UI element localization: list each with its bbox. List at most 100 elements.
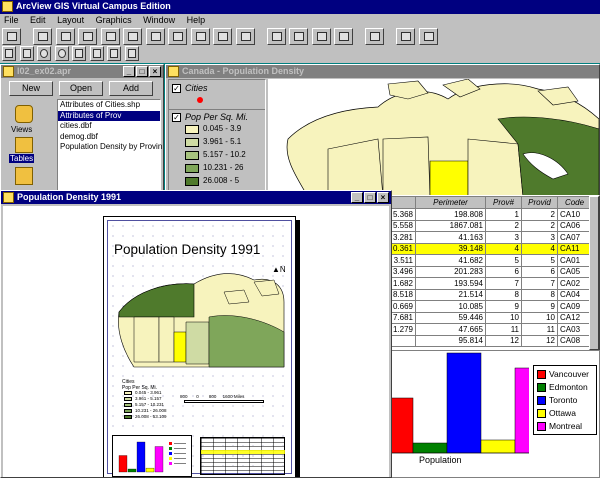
table-cell[interactable]: 3.496 — [389, 265, 416, 278]
layout-table-frame[interactable] — [200, 437, 285, 475]
pop-theme-label[interactable]: Pop Per Sq. Mi. — [185, 112, 248, 122]
table-cell[interactable]: 3.281 — [389, 231, 416, 244]
table-cell[interactable]: 198.808 — [415, 208, 486, 221]
table-cell[interactable]: 9 — [521, 300, 558, 313]
list-item[interactable]: Attributes of Cities.shp — [58, 100, 160, 111]
layout-canada-map[interactable] — [114, 272, 286, 372]
table-cell[interactable]: 1867.081 — [415, 219, 486, 232]
layout-canvas[interactable]: Population Density 1991 ▲N Cities Pop Pe… — [3, 206, 389, 477]
vertex-tool[interactable] — [19, 46, 34, 61]
table-cell[interactable]: 7.681 — [389, 311, 416, 324]
table-row[interactable]: 0.36139.14844CA11Sask — [389, 242, 599, 255]
minimize-button[interactable]: _ — [351, 192, 363, 203]
table-cell[interactable]: CA02 — [557, 277, 592, 290]
table-row[interactable]: 1.27947.6651111CA03Manito — [389, 323, 599, 336]
table-cell[interactable]: 7 — [485, 277, 522, 290]
chart-bar-vancouver[interactable] — [389, 397, 414, 454]
table-row[interactable]: 3.28141.16333CA07Nova — [389, 231, 599, 244]
table-cell[interactable]: 10 — [521, 311, 558, 324]
table-vertical-scrollbar[interactable] — [589, 196, 599, 350]
grid-button[interactable] — [289, 28, 309, 45]
maximize-button[interactable]: □ — [364, 192, 376, 203]
chart-bar-edmonton[interactable] — [412, 442, 448, 454]
views-icon[interactable] — [15, 105, 33, 123]
table-cell[interactable]: CA11 — [557, 242, 592, 255]
send-back-button[interactable] — [190, 28, 210, 45]
table-cell[interactable]: CA06 — [557, 219, 592, 232]
bring-front-button[interactable] — [168, 28, 188, 45]
chart-bar-toronto[interactable] — [446, 352, 482, 454]
table-row[interactable]: 5.368198.80812CA10Queb — [389, 208, 599, 221]
zoom-full-button[interactable] — [334, 28, 354, 45]
minimize-button[interactable]: _ — [123, 66, 135, 77]
table-cell[interactable]: 5.558 — [389, 219, 416, 232]
table-cell[interactable]: 10 — [485, 311, 522, 324]
table-cell[interactable]: 5 — [521, 254, 558, 267]
snap-button[interactable] — [266, 28, 286, 45]
table-cell[interactable]: 3 — [485, 231, 522, 244]
table-cell[interactable]: 1.682 — [389, 277, 416, 290]
table-cell[interactable]: 4 — [485, 242, 522, 255]
table-row[interactable]: 95.8141212CA08Ontario — [389, 334, 599, 347]
group-button[interactable] — [123, 28, 143, 45]
table-cell[interactable]: 2 — [521, 219, 558, 232]
cities-theme-checkbox[interactable]: ✓ — [172, 84, 181, 93]
list-item-selected[interactable]: Attributes of Prov — [58, 110, 160, 121]
table-cell[interactable]: CA07 — [557, 231, 592, 244]
layout-map-title[interactable]: Population Density 1991 — [114, 242, 260, 257]
table-cell[interactable]: 4 — [521, 242, 558, 255]
chart-bar-montreal[interactable] — [514, 367, 529, 454]
menu-edit[interactable]: Edit — [30, 15, 46, 25]
save-project-button[interactable] — [2, 28, 21, 45]
table-cell[interactable]: 39.148 — [415, 242, 486, 255]
table-cell[interactable]: CA03 — [557, 323, 592, 336]
table-cell[interactable]: 193.594 — [415, 277, 486, 290]
close-button[interactable]: × — [149, 66, 161, 77]
list-item[interactable]: cities.dbf — [58, 121, 160, 132]
table-row[interactable]: 1.682193.59477CA02British — [389, 277, 599, 290]
table-cell[interactable]: CA01 — [557, 254, 592, 267]
pan-tool[interactable] — [72, 46, 87, 61]
table-cell[interactable]: 3 — [521, 231, 558, 244]
table-cell[interactable]: 2 — [485, 219, 522, 232]
table-row[interactable]: 0.66910.08599CA09Prince — [389, 300, 599, 313]
table-cell[interactable]: 10.085 — [415, 300, 486, 313]
zoom-in-tool[interactable] — [37, 46, 52, 61]
paste-button[interactable] — [78, 28, 98, 45]
table-cell[interactable]: 7 — [521, 277, 558, 290]
table-cell[interactable]: 201.283 — [415, 265, 486, 278]
table-row[interactable]: 7.68159.4461010CA12Yukon — [389, 311, 599, 324]
table-cell[interactable]: CA09 — [557, 300, 592, 313]
list-item[interactable]: demog.dbf — [58, 132, 160, 143]
layout-chart-frame[interactable] — [112, 435, 192, 477]
list-item[interactable]: Population Density by Provin — [58, 142, 162, 153]
table-cell[interactable]: 41.163 — [415, 231, 486, 244]
table-cell[interactable]: 47.665 — [415, 323, 486, 336]
attribute-table-scroll[interactable]: Perimeter Prov# Provid Code 5.368 198.808… — [389, 196, 599, 350]
maximize-button[interactable]: □ — [136, 66, 148, 77]
open-button[interactable]: Open — [59, 81, 103, 96]
layout-title-bar[interactable]: Population Density 1991 _ □ × — [1, 191, 391, 204]
column-header-prov[interactable]: Prov# — [485, 196, 522, 209]
table-cell[interactable]: CA08 — [557, 334, 592, 347]
table-row[interactable]: 3.496201.28366CA05Newfo — [389, 265, 599, 278]
table-cell[interactable]: 3.511 — [389, 254, 416, 267]
add-button[interactable]: Add — [109, 81, 153, 96]
refresh-button[interactable] — [235, 28, 255, 45]
table-row[interactable]: 5.5581867.08122CA06North — [389, 219, 599, 232]
zoom-actual-button[interactable] — [311, 28, 331, 45]
table-cell[interactable]: 9 — [485, 300, 522, 313]
column-header-provid[interactable]: Provid — [521, 196, 558, 209]
menu-layout[interactable]: Layout — [57, 15, 84, 25]
table-cell[interactable]: 95.814 — [415, 334, 486, 347]
chart-bar-ottawa[interactable] — [480, 439, 516, 454]
column-header-perimeter[interactable]: Perimeter — [415, 196, 486, 209]
table-cell[interactable]: 11 — [485, 323, 522, 336]
pop-theme-checkbox[interactable]: ✓ — [172, 113, 181, 122]
table-cell[interactable]: 1 — [485, 208, 522, 221]
help-button[interactable] — [418, 28, 438, 45]
table-cell[interactable]: 6 — [485, 265, 522, 278]
column-header-code[interactable]: Code — [557, 196, 592, 209]
text-tool[interactable] — [89, 46, 104, 61]
zoom-out-tool[interactable] — [54, 46, 69, 61]
